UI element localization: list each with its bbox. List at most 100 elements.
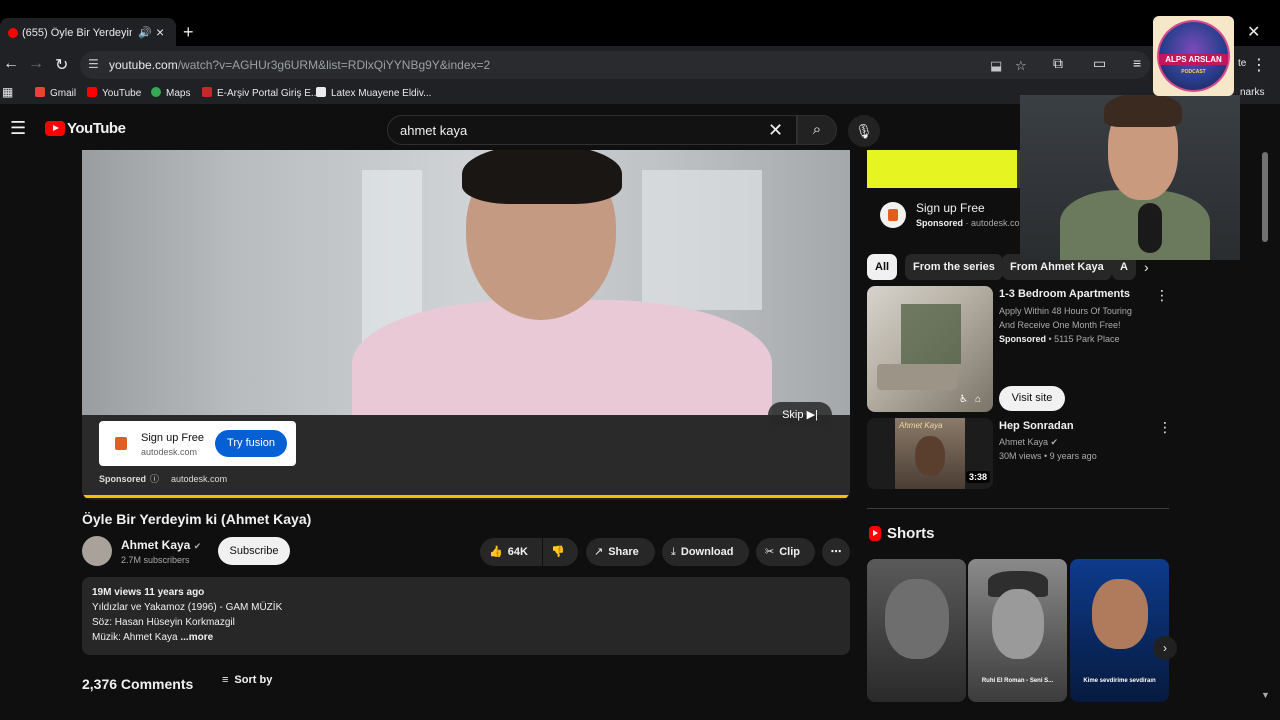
more-horizontal-icon: ⋯ xyxy=(830,546,842,558)
bookmark-label: YouTube xyxy=(102,88,142,99)
apartment-thumbnail[interactable]: ♿ ⌂ xyxy=(867,286,993,412)
voice-search-button[interactable]: 🎙 xyxy=(848,115,880,147)
address-bar[interactable]: ☰ youtube.com/watch?v=AGHUr3g6URM&list=R… xyxy=(80,51,1150,79)
short-caption: Kime sevdirime sevdiraın xyxy=(1083,678,1156,684)
short-card[interactable] xyxy=(867,559,966,702)
clear-search-icon[interactable]: ✕ xyxy=(768,120,783,141)
sidebar-channel: Ahmet Kaya ✔ xyxy=(999,435,1097,449)
advertiser-name: 5115 Park Place xyxy=(1054,334,1120,344)
chip-all[interactable]: All xyxy=(867,254,898,280)
apps-grid-icon[interactable]: ▦ xyxy=(2,85,13,99)
streamer-body xyxy=(1060,190,1210,260)
short-face xyxy=(885,579,949,659)
section-divider xyxy=(867,508,1169,509)
bookmark-latex[interactable]: Latex Muayene Eldiv... xyxy=(316,87,431,99)
webcam-overlay xyxy=(1020,95,1240,260)
youtube-logo[interactable]: YouTube xyxy=(45,120,126,138)
download-button[interactable]: ⤓ Download xyxy=(662,538,749,566)
thumbs-down-icon: 👎 xyxy=(551,546,565,558)
cast-icon[interactable]: ▭ xyxy=(1093,55,1106,72)
show-more-link[interactable]: ...more xyxy=(180,632,213,643)
page-scrollbar[interactable] xyxy=(1262,152,1268,242)
info-icon[interactable]: ⓘ xyxy=(150,474,159,484)
reload-button[interactable]: ↻ xyxy=(55,55,68,75)
search-input[interactable]: ahmet kaya ✕ xyxy=(387,115,797,145)
scroll-down-arrow-icon[interactable]: ▼ xyxy=(1261,690,1270,700)
home-icon: ⌂ xyxy=(975,394,982,405)
more-vertical-icon[interactable]: ⋮ xyxy=(1155,287,1169,304)
share-button[interactable]: ↗ Share xyxy=(586,538,655,566)
browser-tab[interactable]: (655) Öyle Bir Yerdeyim ki (Ahmet Kaya) … xyxy=(0,18,176,48)
description-line: Müzik: Ahmet Kaya ...more xyxy=(92,632,213,643)
url-text: youtube.com/watch?v=AGHUr3g6URM&list=RDl… xyxy=(109,58,490,72)
ad-card[interactable]: Sign up Free autodesk.com Try fusion xyxy=(99,421,296,466)
subscribe-button[interactable]: Subscribe xyxy=(218,537,290,565)
bookmark-earsiv[interactable]: E-Arşiv Portal Giriş E... xyxy=(202,87,319,99)
comments-count: 2,376 Comments xyxy=(82,676,194,692)
forward-button[interactable]: → xyxy=(28,55,44,73)
speaker-icon[interactable]: 🔊 xyxy=(138,26,152,39)
channel-name[interactable]: Ahmet Kaya ✔ xyxy=(121,538,201,552)
views-and-age: 30M views • 9 years ago xyxy=(999,451,1097,461)
side-ad-title: Sign up Free xyxy=(916,201,985,215)
bookmark-maps[interactable]: Maps xyxy=(151,87,190,99)
try-fusion-button[interactable]: Try fusion xyxy=(215,430,287,457)
chips-next-chevron-icon[interactable]: › xyxy=(1144,259,1149,275)
dislike-button[interactable]: 👎 xyxy=(543,538,578,566)
bookmarks-overflow[interactable]: narks xyxy=(1240,87,1264,98)
channel-avatar[interactable] xyxy=(82,536,112,566)
ad-card-domain: autodesk.com xyxy=(141,447,198,457)
ad-video-frame xyxy=(82,150,850,460)
url-host: youtube.com xyxy=(109,58,178,72)
youtube-favicon-icon xyxy=(8,28,18,38)
sort-comments-button[interactable]: ≡ Sort by xyxy=(222,674,272,686)
profile-fragment[interactable]: te xyxy=(1238,58,1246,69)
share-label: Share xyxy=(608,546,639,558)
hamburger-menu-icon[interactable]: ☰ xyxy=(10,118,26,139)
earsiv-icon xyxy=(202,87,212,97)
sponsored-line: Sponsored ⓘ autodesk.com xyxy=(99,472,227,485)
sort-label: Sort by xyxy=(234,674,273,686)
search-button[interactable]: ⌕ xyxy=(797,115,837,145)
install-app-icon[interactable]: ⬓ xyxy=(990,58,1002,74)
side-ad-banner[interactable] xyxy=(867,150,1017,188)
sidebar-item-title[interactable]: Hep Sonradan xyxy=(999,420,1074,432)
window-close-icon[interactable]: ✕ xyxy=(1247,22,1260,42)
sidebar-item-title[interactable]: 1-3 Bedroom Apartments xyxy=(999,288,1130,300)
clip-button[interactable]: ✂ Clip xyxy=(756,538,815,566)
site-settings-icon[interactable]: ☰ xyxy=(88,57,99,71)
bookmark-label: Gmail xyxy=(50,88,77,99)
visit-site-button[interactable]: Visit site xyxy=(999,386,1065,411)
bookmark-label: Latex Muayene Eldiv... xyxy=(331,88,432,99)
extensions-icon[interactable]: ⧉ xyxy=(1053,55,1063,72)
channel-name-text: Ahmet Kaya xyxy=(121,538,191,552)
reading-list-icon[interactable]: ≡ xyxy=(1133,55,1141,71)
browser-menu-icon[interactable]: ⋮ xyxy=(1251,55,1267,75)
video-player[interactable]: Sign up Free autodesk.com Try fusion Spo… xyxy=(82,150,850,500)
back-button[interactable]: ← xyxy=(3,55,19,73)
skip-ad-button[interactable]: Skip ▶| xyxy=(768,402,832,428)
podcast-logo: ALPS ARSLAN PODCAST xyxy=(1153,16,1234,96)
video-duration-badge: 3:38 xyxy=(966,471,991,483)
views-and-date: 19M views 11 years ago xyxy=(92,587,205,598)
browser-tab-bar: (655) Öyle Bir Yerdeyim ki (Ahmet Kaya) … xyxy=(0,0,1280,48)
streamer-hair xyxy=(1104,95,1182,127)
chip-from-the-series[interactable]: From the series xyxy=(905,254,1003,280)
ad-progress-bar[interactable] xyxy=(82,495,850,498)
short-face xyxy=(1092,579,1148,649)
short-card[interactable]: Kime sevdirime sevdiraın xyxy=(1070,559,1169,702)
sponsored-domain[interactable]: autodesk.com xyxy=(171,474,227,484)
shorts-next-chevron-icon[interactable]: › xyxy=(1153,636,1177,660)
sidebar-channel-name[interactable]: Ahmet Kaya xyxy=(999,437,1048,447)
close-tab-icon[interactable]: × xyxy=(156,24,164,40)
bookmark-gmail[interactable]: Gmail xyxy=(35,87,76,99)
bookmark-star-icon[interactable]: ☆ xyxy=(1015,58,1027,74)
like-button[interactable]: 👍 64K xyxy=(480,538,542,566)
more-actions-button[interactable]: ⋯ xyxy=(822,538,850,566)
bookmark-youtube[interactable]: YouTube xyxy=(87,87,141,99)
new-tab-button[interactable]: + xyxy=(183,22,194,43)
more-vertical-icon[interactable]: ⋮ xyxy=(1158,419,1172,436)
short-card[interactable]: Ruhi El Roman - Seni S... xyxy=(968,559,1067,702)
description-box[interactable]: 19M views 11 years ago Yıldızlar ve Yaka… xyxy=(82,577,850,655)
autodesk-icon xyxy=(880,202,906,228)
